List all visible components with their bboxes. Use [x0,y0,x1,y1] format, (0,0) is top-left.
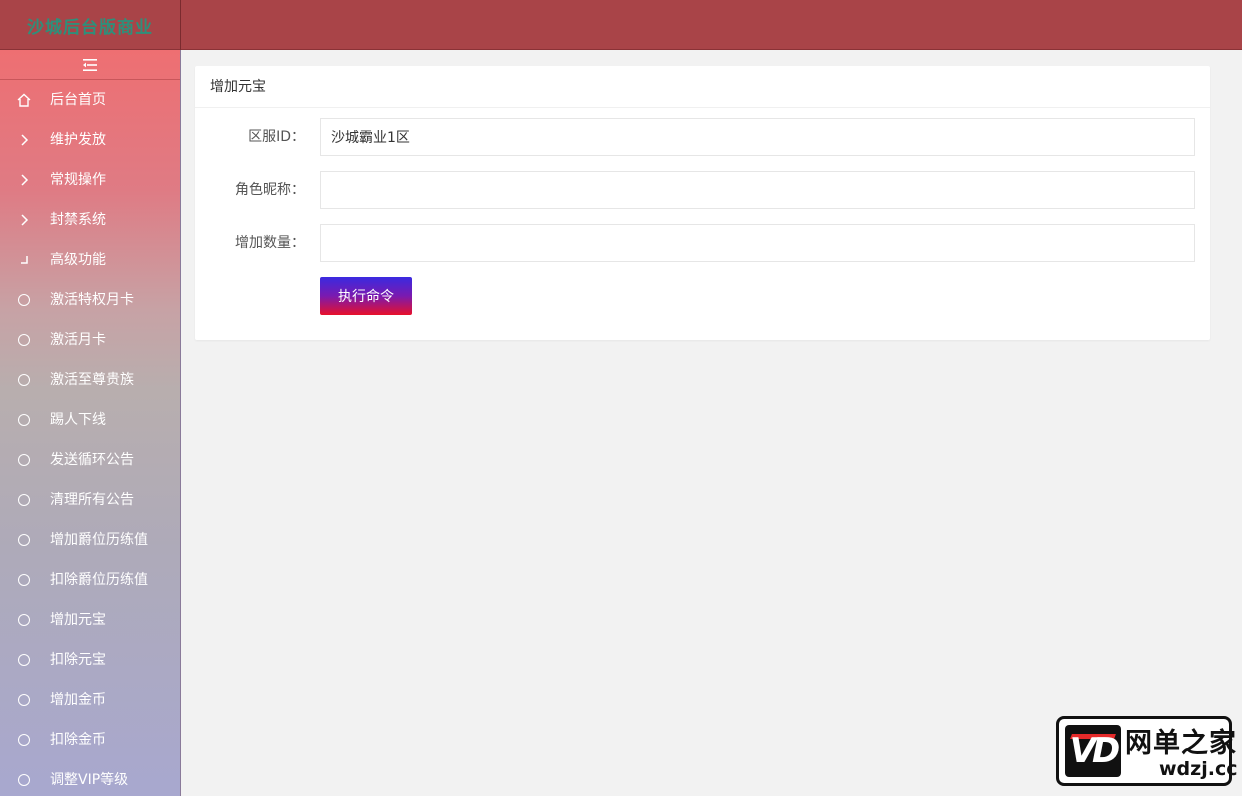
circle-icon [17,573,31,587]
main-content: 增加元宝 区服ID： 角色昵称： 增加数量： 执行命令 [181,50,1242,796]
menu-fold-icon [83,58,97,71]
sidebar-item-add-yuanbao[interactable]: 增加元宝 [0,600,180,640]
sidebar-item-label: 扣除元宝 [50,652,106,668]
watermark-url: wdzj.cc [1159,758,1238,780]
sidebar-item-ban[interactable]: 封禁系统 [0,200,180,240]
expanded-icon [17,253,31,267]
sidebar-item-label: 增加金币 [50,692,106,708]
circle-icon [17,493,31,507]
app-title: 沙城后台版商业 [27,17,153,38]
sidebar-item-adjust-vip[interactable]: 调整VIP等级 [0,760,180,796]
watermark-logo-icon: VD [1065,725,1121,777]
panel-title: 增加元宝 [195,66,1210,108]
top-bar: 沙城后台版商业 [0,0,1242,50]
sidebar-item-label: 调整VIP等级 [50,772,129,788]
form-row-amount: 增加数量： [195,224,1210,262]
sidebar-item-label: 封禁系统 [50,212,106,228]
role-nickname-input[interactable] [320,171,1195,209]
app-logo[interactable]: 沙城后台版商业 [0,0,181,50]
sidebar-item-kick-player[interactable]: 踢人下线 [0,400,180,440]
chevron-right-icon [17,213,31,227]
sidebar-item-label: 增加爵位历练值 [50,532,148,548]
sidebar-item-label: 激活月卡 [50,332,106,348]
sidebar-item-label: 激活至尊贵族 [50,372,134,388]
sidebar-item-label: 扣除金币 [50,732,106,748]
sidebar-toggle-button[interactable] [0,50,180,80]
sidebar-item-label: 维护发放 [50,132,106,148]
circle-icon [17,693,31,707]
circle-icon [17,373,31,387]
sidebar-item-add-gold[interactable]: 增加金币 [0,680,180,720]
home-icon [17,93,31,107]
sidebar-item-label: 发送循环公告 [50,452,134,468]
circle-icon [17,533,31,547]
sidebar-item-send-loop-notice[interactable]: 发送循环公告 [0,440,180,480]
sidebar: 后台首页 维护发放 常规操作 封禁系统 高级功能 激活特权月卡 激活月卡 激活至… [0,50,181,796]
circle-icon [17,293,31,307]
server-id-label: 区服ID： [248,129,305,145]
sidebar-item-label: 踢人下线 [50,412,106,428]
role-nickname-label: 角色昵称： [235,182,305,198]
sidebar-item-label: 激活特权月卡 [50,292,134,308]
circle-icon [17,773,31,787]
sidebar-item-label: 高级功能 [50,252,106,268]
sidebar-item-home[interactable]: 后台首页 [0,80,180,120]
sidebar-item-label: 后台首页 [50,92,106,108]
sidebar-item-deduct-yuanbao[interactable]: 扣除元宝 [0,640,180,680]
sidebar-item-activate-month-card[interactable]: 激活月卡 [0,320,180,360]
form-row-nickname: 角色昵称： [195,171,1210,209]
watermark-badge: VD 网单之家 wdzj.cc [1056,716,1237,786]
sidebar-item-maintenance[interactable]: 维护发放 [0,120,180,160]
sidebar-item-clear-notices[interactable]: 清理所有公告 [0,480,180,520]
circle-icon [17,733,31,747]
circle-icon [17,613,31,627]
sidebar-item-label: 清理所有公告 [50,492,134,508]
form-panel: 增加元宝 区服ID： 角色昵称： 增加数量： 执行命令 [195,66,1210,340]
sidebar-item-label: 增加元宝 [50,612,106,628]
circle-icon [17,653,31,667]
watermark-title: 网单之家 [1125,728,1237,759]
circle-icon [17,453,31,467]
chevron-right-icon [17,133,31,147]
server-id-input[interactable] [320,118,1195,156]
execute-command-button[interactable]: 执行命令 [320,277,412,315]
sidebar-item-deduct-title-exp[interactable]: 扣除爵位历练值 [0,560,180,600]
circle-icon [17,413,31,427]
form-row-server: 区服ID： [195,118,1210,156]
sidebar-item-activate-noble[interactable]: 激活至尊贵族 [0,360,180,400]
sidebar-item-activate-privilege-card[interactable]: 激活特权月卡 [0,280,180,320]
sidebar-item-label: 常规操作 [50,172,106,188]
chevron-right-icon [17,173,31,187]
sidebar-item-advanced[interactable]: 高级功能 [0,240,180,280]
sidebar-item-label: 扣除爵位历练值 [50,572,148,588]
sidebar-item-deduct-gold[interactable]: 扣除金币 [0,720,180,760]
amount-input[interactable] [320,224,1195,262]
circle-icon [17,333,31,347]
sidebar-item-add-title-exp[interactable]: 增加爵位历练值 [0,520,180,560]
sidebar-item-regular[interactable]: 常规操作 [0,160,180,200]
amount-label: 增加数量： [235,235,305,251]
